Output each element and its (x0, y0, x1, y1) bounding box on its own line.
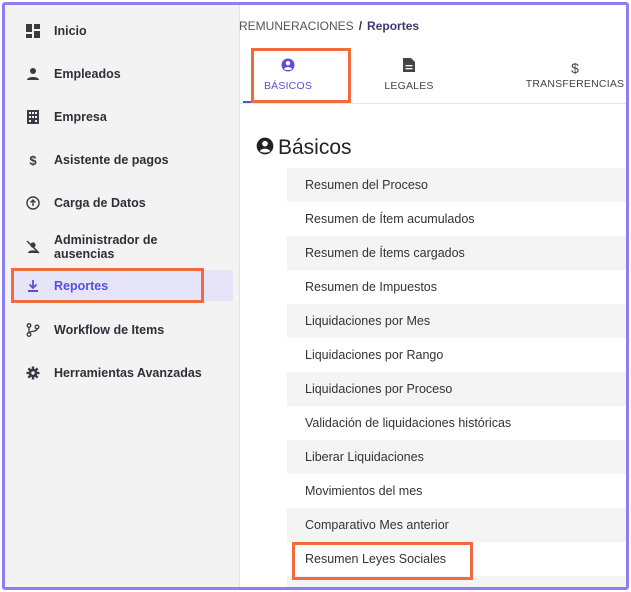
sidebar-item-asistente-de-pagos[interactable]: $ Asistente de pagos (11, 141, 233, 179)
breadcrumb-current: Reportes (367, 19, 420, 33)
sidebar-item-empresa[interactable]: Empresa (11, 98, 233, 136)
tab-transferencias[interactable]: $ TRANSFERENCIAS (521, 49, 626, 101)
breadcrumb-separator: / (358, 19, 363, 33)
sidebar-item-label: Inicio (54, 24, 87, 38)
tab-label: BÁSICOS (263, 80, 313, 92)
sidebar-item-administrador-de-ausencias[interactable]: Administrador de ausencias (11, 227, 233, 267)
dollar-icon: $ (571, 59, 579, 76)
list-item[interactable]: Liquidaciones por Rango (287, 338, 626, 372)
list-item[interactable]: Comparativo Mes anterior (287, 508, 626, 542)
gear-icon (25, 365, 41, 381)
sidebar-item-carga-de-datos[interactable]: Carga de Datos (11, 184, 233, 222)
sidebar-item-label: Reportes (54, 278, 109, 293)
sidebar-item-label: Asistente de pagos (54, 153, 169, 167)
sidebar-item-label: Herramientas Avanzadas (54, 366, 202, 380)
app-window: Inicio Empleados Empresa $ Asistente de … (2, 2, 629, 590)
account-circle-icon (256, 137, 274, 160)
section-header: Básicos (256, 136, 352, 160)
building-icon (25, 109, 41, 125)
sidebar: Inicio Empleados Empresa $ Asistente de … (5, 5, 240, 587)
list-item[interactable]: Resumen de Ítems cargados (287, 236, 626, 270)
list-item[interactable]: Resumen de Ítem acumulados (287, 202, 626, 236)
dollar-icon: $ (29, 152, 37, 168)
sidebar-item-label: Workflow de Items (54, 323, 165, 337)
sidebar-item-workflow-de-items[interactable]: Workflow de Items (11, 311, 233, 349)
person-off-icon (25, 239, 41, 255)
section-title: Básicos (278, 136, 352, 159)
download-icon (25, 278, 41, 294)
list-item[interactable]: Resumen del Proceso (287, 168, 626, 202)
sidebar-item-empleados[interactable]: Empleados (11, 55, 233, 93)
sidebar-item-label: Empresa (54, 110, 107, 124)
tab-legales[interactable]: LEGALES (359, 49, 459, 101)
sidebar-item-label: Administrador de ausencias (54, 233, 158, 261)
sidebar-item-label: Empleados (54, 67, 121, 81)
list-item[interactable]: Liberar Liquidaciones (287, 440, 626, 474)
tab-label: LEGALES (384, 80, 434, 92)
breadcrumb-parent[interactable]: REMUNERACIONES (239, 19, 354, 33)
list-item[interactable]: Liquidaciones por Mes (287, 304, 626, 338)
list-item[interactable]: Detalle Leyes Sociales (287, 576, 626, 587)
upload-icon (25, 195, 41, 211)
list-item[interactable]: Resumen de Impuestos (287, 270, 626, 304)
sidebar-item-reportes[interactable]: Reportes (11, 270, 233, 301)
dashboard-icon (25, 23, 41, 39)
document-icon (403, 58, 415, 77)
sidebar-item-inicio[interactable]: Inicio (11, 12, 233, 50)
breadcrumb: REMUNERACIONES / Reportes (239, 19, 419, 33)
tab-basicos[interactable]: BÁSICOS (243, 49, 333, 103)
account-circle-icon (281, 58, 295, 77)
sidebar-item-label: Carga de Datos (54, 196, 146, 210)
person-icon (25, 66, 41, 82)
list-item[interactable]: Liquidaciones por Proceso (287, 372, 626, 406)
list-item[interactable]: Validación de liquidaciones históricas (287, 406, 626, 440)
branch-icon (25, 322, 41, 338)
report-list: Resumen del Proceso Resumen de Ítem acum… (287, 168, 626, 587)
list-item[interactable]: Resumen Leyes Sociales (287, 542, 626, 576)
tab-label: TRANSFERENCIAS (525, 77, 625, 90)
list-item[interactable]: Movimientos del mes (287, 474, 626, 508)
sidebar-item-herramientas-avanzadas[interactable]: Herramientas Avanzadas (11, 354, 233, 392)
report-tabs: BÁSICOS LEGALES $ TRANSFERENCIAS (239, 49, 626, 104)
